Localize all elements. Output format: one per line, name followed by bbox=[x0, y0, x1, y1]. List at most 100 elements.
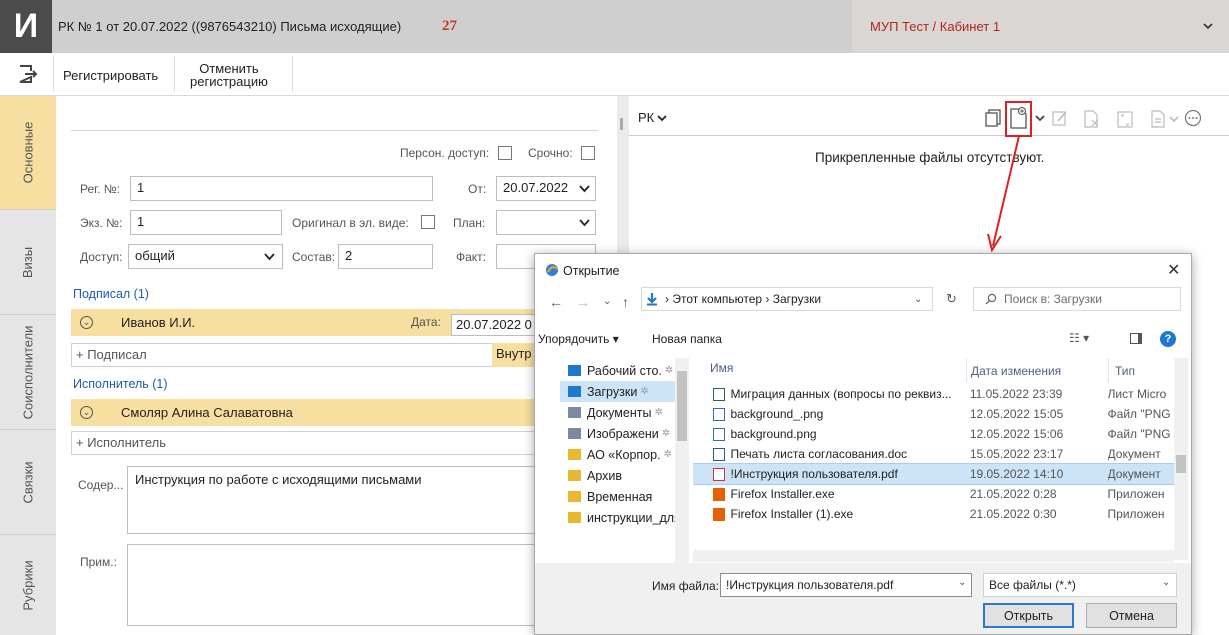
nav-item[interactable]: Архив bbox=[560, 465, 688, 486]
chevron-down-icon[interactable] bbox=[1169, 115, 1179, 123]
rk-dropdown[interactable]: РК bbox=[638, 110, 654, 125]
edit-icon[interactable] bbox=[1051, 109, 1069, 127]
panel-divider bbox=[629, 135, 1229, 136]
note-textarea[interactable] bbox=[127, 544, 537, 626]
expand-icon[interactable]: ⌄ bbox=[80, 406, 93, 419]
file-row[interactable]: background_.png 12.05.2022 15:05 Файл "PNG bbox=[693, 404, 1174, 424]
file-row[interactable]: !Инструкция пользователя.pdf 19.05.2022 1… bbox=[693, 463, 1174, 485]
column-type[interactable]: Тип bbox=[1115, 364, 1135, 378]
nav-item[interactable]: Документы ✲ bbox=[560, 402, 688, 423]
add-file-icon[interactable] bbox=[1009, 106, 1028, 130]
content-textarea[interactable]: Инструкция по работе с исходящими письма… bbox=[127, 466, 537, 534]
cancel-button[interactable]: Отмена bbox=[1086, 603, 1177, 628]
reg-no-input[interactable]: 1 bbox=[130, 176, 433, 201]
nav-scroll-thumb[interactable] bbox=[677, 371, 687, 441]
file-row[interactable]: Firefox Installer.exe 21.05.2022 0:28 Прил… bbox=[693, 484, 1174, 504]
expand-icon[interactable] bbox=[1116, 109, 1134, 129]
file-row[interactable]: Печать листа согласования.doc 15.05.2022 … bbox=[693, 444, 1174, 464]
tab-links[interactable]: Связки bbox=[0, 430, 56, 535]
composition-input[interactable]: 2 bbox=[338, 244, 433, 269]
back-arrow-icon[interactable]: ← bbox=[549, 294, 563, 310]
pin-icon[interactable]: ✲ bbox=[662, 428, 670, 439]
more-icon[interactable] bbox=[1184, 109, 1202, 127]
breadcrumb-downloads[interactable]: Загрузки bbox=[773, 292, 821, 306]
register-button[interactable]: Регистрировать bbox=[63, 68, 158, 83]
chevron-down-icon[interactable]: ⌄ bbox=[958, 577, 966, 588]
chevron-down-icon bbox=[657, 115, 667, 122]
original-checkbox[interactable] bbox=[421, 215, 435, 229]
tab-label: Соисполнители bbox=[20, 325, 36, 419]
breadcrumb[interactable]: › Этот компьютер › Загрузки bbox=[665, 292, 821, 306]
search-icon bbox=[985, 293, 997, 305]
executor-header[interactable]: Исполнитель (1) bbox=[73, 377, 168, 391]
nav-item[interactable]: Рабочий сто. ✲ bbox=[560, 360, 688, 381]
copy-no-input[interactable]: 1 bbox=[130, 210, 282, 235]
file-type-filter[interactable]: Все файлы (*.*) bbox=[983, 573, 1177, 597]
forward-arrow-icon[interactable]: → bbox=[576, 294, 590, 310]
column-name[interactable]: Имя bbox=[710, 361, 733, 375]
file-scroll-thumb[interactable] bbox=[1176, 455, 1186, 473]
firefox-icon bbox=[713, 507, 725, 521]
person-access-checkbox[interactable] bbox=[498, 146, 512, 160]
search-placeholder: Поиск в: Загрузки bbox=[1004, 292, 1102, 306]
nav-item[interactable]: АО «Корпор. ✲ bbox=[560, 444, 688, 465]
document-title: РК № 1 от 20.07.2022 ((9876543210) Письм… bbox=[58, 19, 402, 34]
nav-item[interactable]: Загрузки ✲ bbox=[560, 381, 688, 402]
chevron-down-icon[interactable] bbox=[1035, 114, 1045, 122]
refresh-icon[interactable]: ↻ bbox=[946, 291, 957, 307]
recent-chevron-icon[interactable]: ⌄ bbox=[603, 296, 611, 307]
column-date[interactable]: Дата изменения bbox=[971, 364, 1061, 378]
address-chevron-icon[interactable]: ⌄ bbox=[914, 294, 922, 305]
cancel-registration-button[interactable]: Отменить регистрацию bbox=[190, 62, 268, 88]
filename-label: Имя файла: bbox=[652, 579, 719, 593]
pin-icon[interactable]: ✲ bbox=[640, 386, 648, 397]
tab-main[interactable]: Основные bbox=[0, 96, 56, 210]
pin-icon[interactable]: ✲ bbox=[654, 407, 662, 418]
help-icon[interactable]: ? bbox=[1160, 331, 1176, 347]
tab-rubrics[interactable]: Рубрики bbox=[0, 535, 56, 635]
org-label: МУП Тест / Кабинет 1 bbox=[870, 19, 1001, 34]
tab-coexecutors[interactable]: Соисполнители bbox=[0, 315, 56, 430]
file-row[interactable]: Firefox Installer (1).exe 21.05.2022 0:30… bbox=[693, 504, 1174, 524]
nav-item[interactable]: Изображени ✲ bbox=[560, 423, 688, 444]
tab-visas[interactable]: Визы bbox=[0, 210, 56, 315]
pin-icon[interactable]: ✲ bbox=[664, 449, 672, 460]
access-select[interactable]: общий bbox=[128, 244, 283, 269]
splitter-grip[interactable] bbox=[620, 118, 623, 130]
divider bbox=[71, 130, 598, 131]
chevron-down-icon[interactable]: ⌄ bbox=[1162, 577, 1170, 588]
add-executor-row[interactable]: + Исполнитель bbox=[71, 431, 541, 455]
scan-icon[interactable] bbox=[984, 108, 1002, 128]
preview-pane-icon[interactable] bbox=[1130, 333, 1142, 344]
png-icon bbox=[713, 407, 725, 421]
up-arrow-icon[interactable]: ↑ bbox=[622, 294, 629, 310]
exit-icon[interactable] bbox=[16, 63, 38, 85]
nav-item[interactable]: инструкции_для bbox=[560, 507, 688, 528]
close-icon[interactable]: ✕ bbox=[1167, 260, 1180, 280]
file-row[interactable]: Миграция данных (вопросы по реквиз... 11.… bbox=[693, 384, 1174, 404]
view-options-icon[interactable]: ☷ ▾ bbox=[1069, 331, 1089, 345]
pin-icon[interactable]: ✲ bbox=[665, 365, 673, 376]
nav-item[interactable]: Временная bbox=[560, 486, 688, 507]
horizontal-scrollbar[interactable] bbox=[693, 550, 1174, 562]
reg-no-label: Рег. №: bbox=[80, 182, 120, 196]
new-folder-button[interactable]: Новая папка bbox=[652, 332, 722, 346]
chevron-down-icon[interactable] bbox=[1202, 20, 1214, 32]
organize-button[interactable]: Упорядочить ▾ bbox=[538, 332, 619, 346]
expand-icon[interactable]: ⌄ bbox=[80, 316, 93, 329]
urgent-checkbox[interactable] bbox=[581, 146, 595, 160]
toolbar-divider bbox=[292, 56, 293, 92]
open-button[interactable]: Открыть bbox=[983, 603, 1074, 628]
add-signer-row[interactable]: + Подписал bbox=[71, 343, 541, 367]
file-row[interactable]: background.png 12.05.2022 15:06 Файл "PNG bbox=[693, 424, 1174, 444]
sign-date-input[interactable]: 20.07.2022 0 bbox=[451, 314, 546, 336]
document-icon[interactable] bbox=[1150, 109, 1166, 129]
file-type-value: Все файлы (*.*) bbox=[989, 578, 1076, 592]
file-name: Firefox Installer (1).exe bbox=[730, 507, 854, 521]
toolbar bbox=[0, 53, 1229, 96]
filename-input[interactable]: !Инструкция пользователя.pdf bbox=[720, 573, 972, 597]
signed-header[interactable]: Подписал (1) bbox=[73, 287, 149, 301]
remove-file-icon[interactable] bbox=[1082, 109, 1102, 129]
breadcrumb-pc[interactable]: Этот компьютер bbox=[672, 292, 762, 306]
nav-item-label: Временная bbox=[587, 489, 653, 504]
